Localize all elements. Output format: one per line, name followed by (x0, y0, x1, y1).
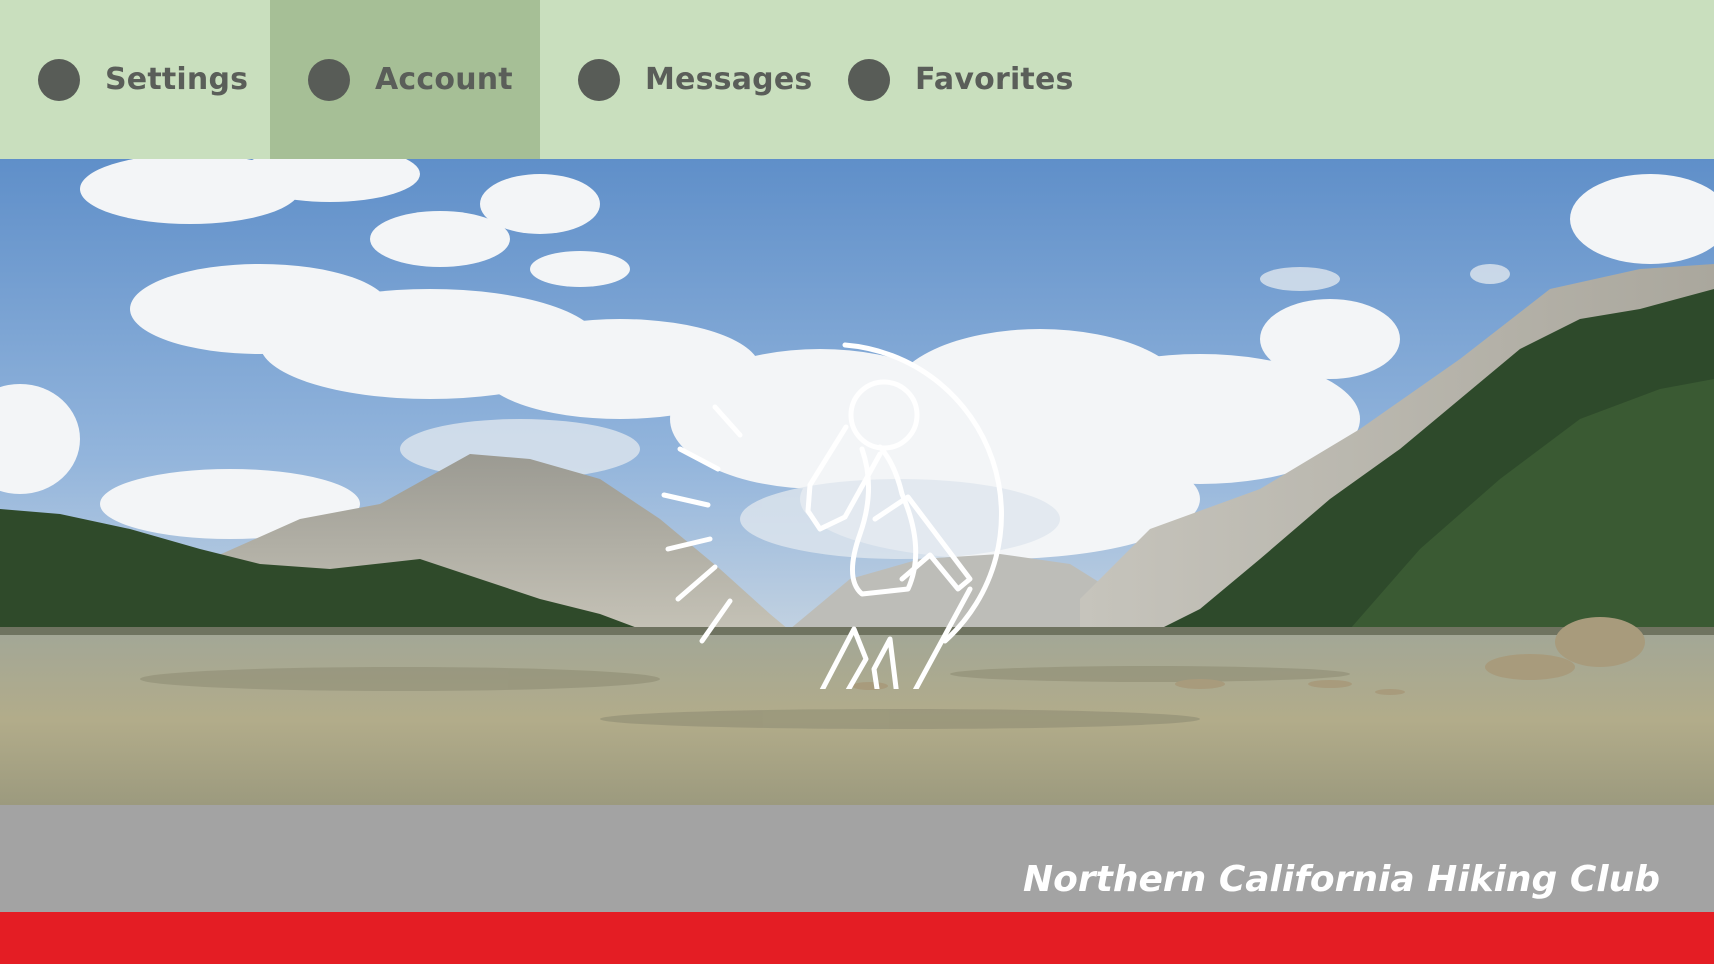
club-name: Northern California Hiking Club (1023, 859, 1660, 900)
nav-item-messages[interactable]: Messages (540, 0, 813, 159)
nav-item-account[interactable]: Account (270, 0, 540, 159)
top-navigation: Settings Account Messages Favorites (0, 0, 1714, 159)
nav-item-label: Settings (105, 62, 249, 97)
circle-icon (38, 58, 80, 101)
circle-icon (578, 58, 620, 101)
nav-item-label: Account (375, 62, 513, 97)
nav-item-label: Favorites (915, 62, 1074, 97)
hiker-icon (661, 342, 1004, 689)
hero-banner (0, 159, 1714, 805)
accent-bar (0, 912, 1714, 964)
circle-icon (308, 58, 350, 101)
nav-item-settings[interactable]: Settings (0, 0, 270, 159)
nav-item-label: Messages (645, 62, 813, 97)
footer-bar: Northern California Hiking Club (0, 805, 1714, 912)
circle-icon (848, 58, 890, 101)
nav-item-favorites[interactable]: Favorites (810, 0, 1080, 159)
